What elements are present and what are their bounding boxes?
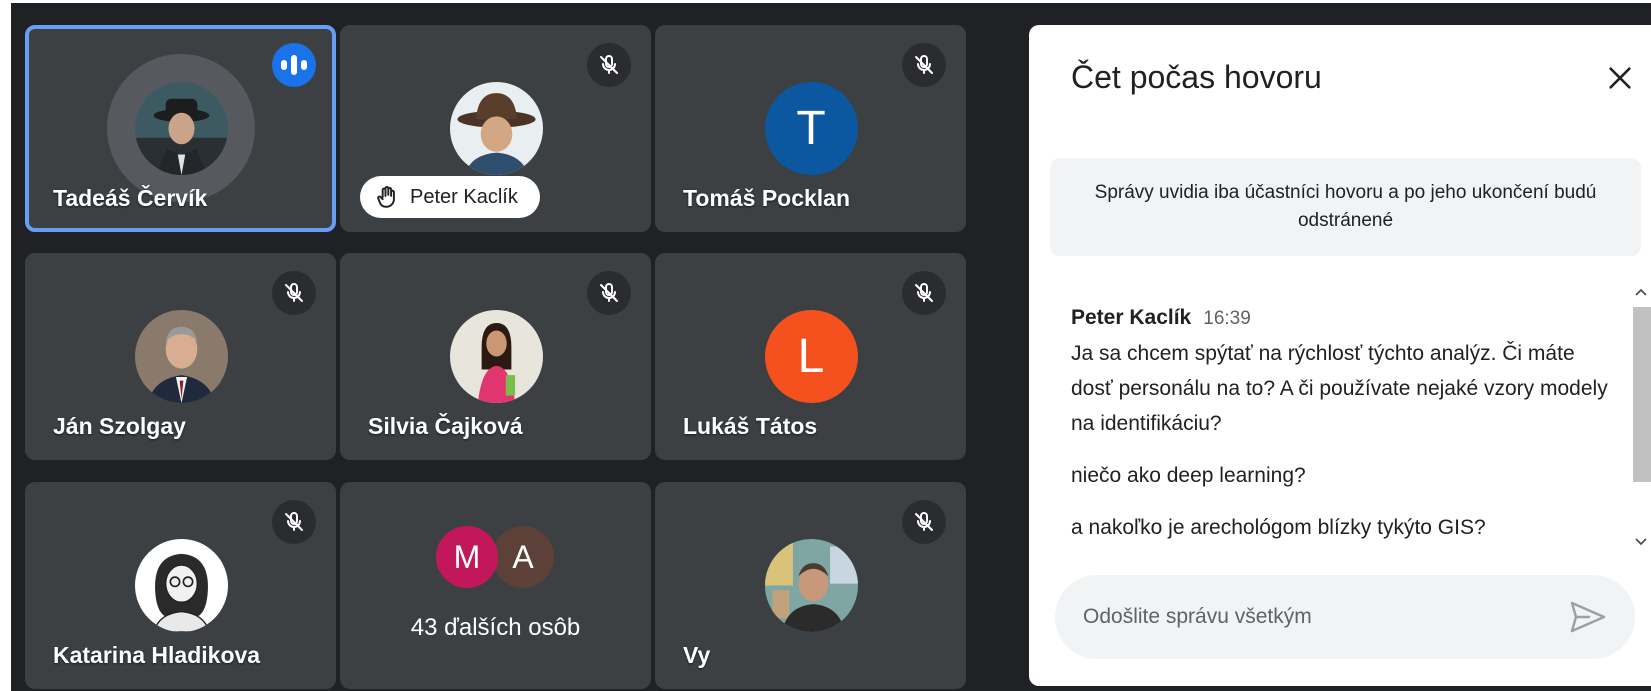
chat-message-input[interactable] (1083, 575, 1533, 659)
chat-scrollbar[interactable] (1631, 281, 1651, 553)
mic-off-icon (587, 271, 631, 315)
participant-avatar (134, 82, 228, 175)
raised-hand-name: Peter Kaclík (410, 185, 518, 208)
participant-avatar (764, 539, 858, 632)
mic-off-icon (587, 43, 631, 87)
chat-composer (1055, 575, 1635, 659)
participant-avatar (449, 310, 543, 403)
participant-tile-katarina[interactable]: Katarina Hladikova (25, 482, 336, 689)
speaking-indicator-icon (272, 43, 316, 87)
scroll-thumb[interactable] (1633, 307, 1651, 482)
others-tile[interactable]: M A 43 ďalších osôb (340, 482, 651, 689)
send-icon (1570, 601, 1606, 633)
participant-name: Vy (683, 642, 711, 668)
participant-avatar: T (764, 82, 858, 175)
message-text: a nakoľko je arechológom blízky tykýto G… (1071, 516, 1486, 539)
participant-name: Ján Szolgay (53, 413, 186, 439)
send-message-button[interactable] (1569, 599, 1607, 635)
mic-off-icon (902, 43, 946, 87)
mic-off-icon (272, 500, 316, 544)
message-sender: Peter Kaclík (1071, 306, 1192, 329)
close-icon (1609, 67, 1631, 89)
chat-messages: Peter Kaclík 16:39 Ja sa chcem spýtať na… (1071, 306, 1611, 576)
message-time: 16:39 (1203, 308, 1251, 329)
in-call-chat-panel: Čet počas hovoru Správy uvidia iba účast… (1029, 25, 1651, 686)
raised-hand-badge: Peter Kaclík (360, 176, 540, 218)
chat-title: Čet počas hovoru (1071, 59, 1322, 95)
others-avatar-group: M A (436, 526, 556, 588)
participant-tile-jan[interactable]: Ján Szolgay (25, 253, 336, 460)
message-text: Ja sa chcem spýtať na rýchlosť týchto an… (1071, 342, 1608, 435)
message-text: niečo ako deep learning? (1071, 464, 1306, 487)
participant-avatar (449, 82, 543, 175)
participant-avatar (134, 539, 228, 632)
close-chat-button[interactable] (1603, 61, 1637, 95)
mic-off-icon (902, 500, 946, 544)
mic-off-icon (902, 271, 946, 315)
participant-name: Tomáš Pocklan (683, 185, 851, 211)
participant-name: Tadeáš Červík (53, 185, 208, 211)
participant-name: Silvia Čajková (368, 413, 523, 439)
participant-avatar: L (764, 310, 858, 403)
others-count-label: 43 ďalších osôb (410, 614, 581, 641)
participant-tile-peter[interactable]: Peter Kaclík (340, 25, 651, 232)
raised-hand-icon (377, 186, 395, 208)
participant-avatar (134, 310, 228, 403)
participant-tile-tomas[interactable]: T Tomáš Pocklan (655, 25, 966, 232)
participant-tile-self[interactable]: Vy (655, 482, 966, 689)
other-avatar: M (436, 526, 498, 588)
other-avatar: A (492, 526, 554, 588)
participant-name: Katarina Hladikova (53, 642, 261, 668)
participant-tile-lukas[interactable]: L Lukáš Tátos (655, 253, 966, 460)
scroll-up-arrow-icon[interactable] (1631, 281, 1651, 303)
mic-off-icon (272, 271, 316, 315)
message-header: Peter Kaclík 16:39 (1071, 306, 1611, 330)
participant-name: Lukáš Tátos (683, 413, 818, 439)
chat-privacy-notice: Správy uvidia iba účastníci hovoru a po … (1050, 158, 1641, 256)
participant-tile-tadeas[interactable]: Tadeáš Červík (25, 25, 336, 232)
participant-tile-silvia[interactable]: Silvia Čajková (340, 253, 651, 460)
scroll-down-arrow-icon[interactable] (1631, 531, 1651, 553)
